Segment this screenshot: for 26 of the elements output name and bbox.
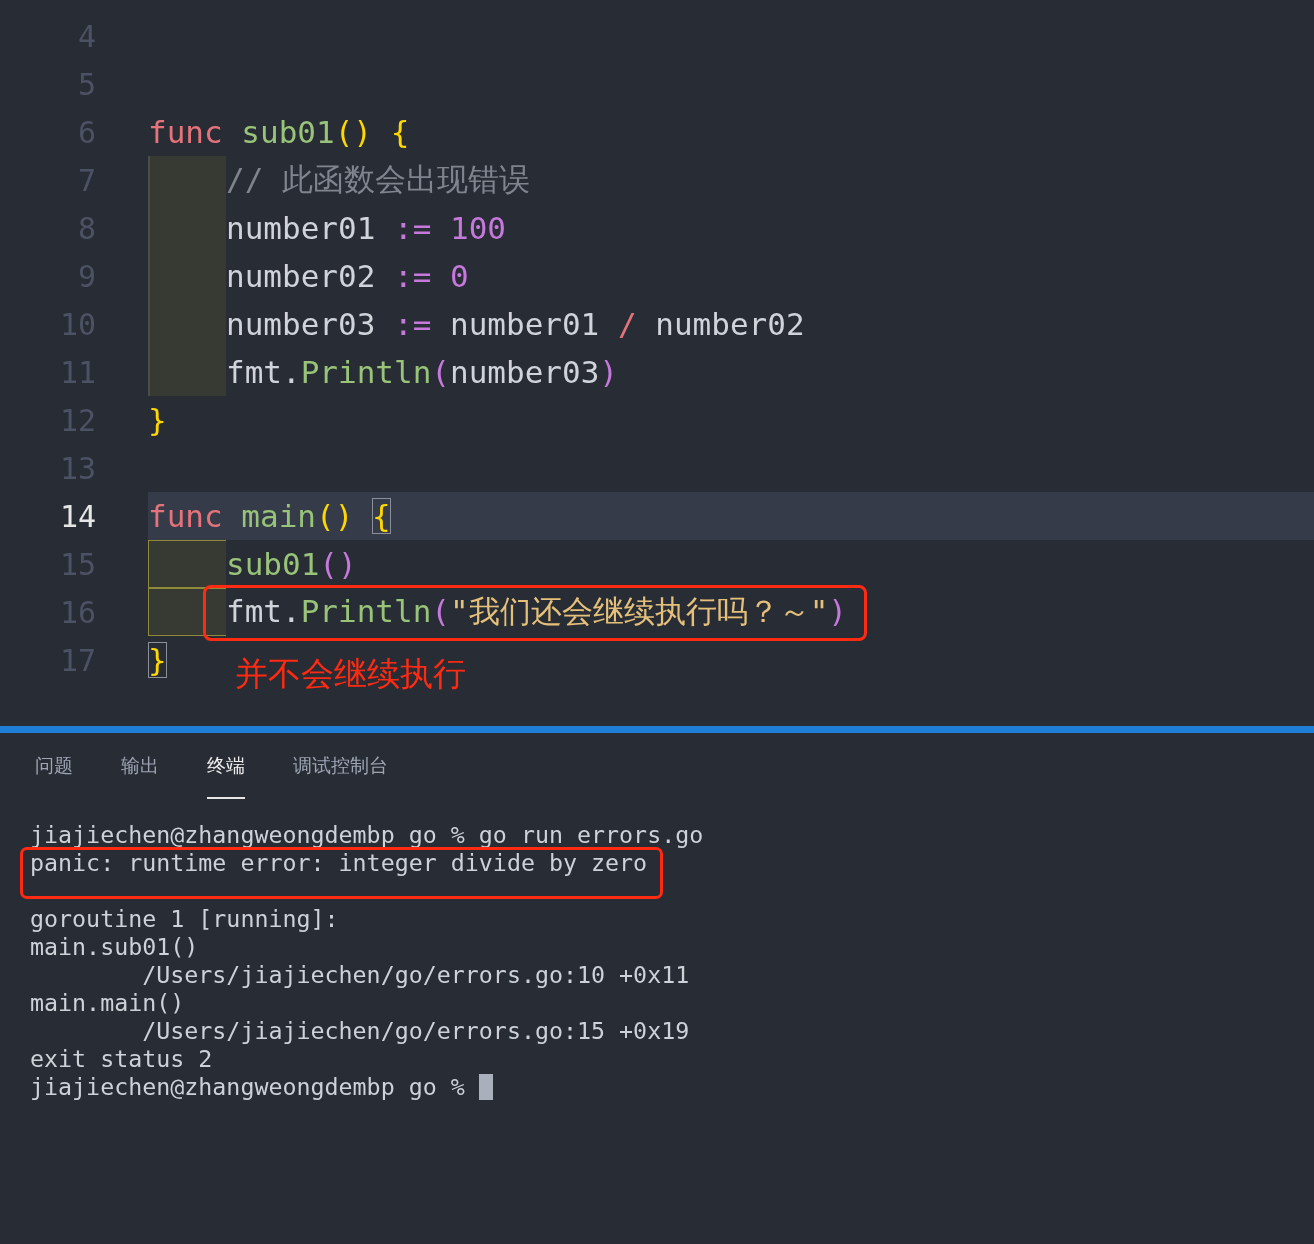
terminal-line: main.main() <box>30 989 185 1017</box>
code-line: fmt.Println(number03) <box>226 354 618 390</box>
terminal-line: /Users/jiajiechen/go/errors.go:10 +0x11 <box>141 961 690 989</box>
panel-tab[interactable]: 调试控制台 <box>293 733 388 799</box>
code-line: number03 := number01 / number02 <box>226 306 805 342</box>
code-line: // 此函数会出现错误 <box>226 160 530 199</box>
panel-tab[interactable]: 终端 <box>207 733 245 799</box>
annotation-text: 并不会继续执行 <box>234 652 466 695</box>
code-line: func main() { <box>148 498 391 534</box>
terminal-line: /Users/jiajiechen/go/errors.go:15 +0x19 <box>141 1017 690 1045</box>
terminal-line: panic: runtime error: integer divide by zero <box>30 849 648 876</box>
code-line: sub01() <box>226 546 357 582</box>
code-line: number02 := 0 <box>226 258 469 294</box>
terminal-line: jiajiechen@zhangweongdembp go % <box>30 1073 466 1101</box>
panel-tab[interactable]: 输出 <box>121 733 159 799</box>
terminal-line: main.sub01() <box>30 933 199 961</box>
code-line: } <box>148 642 167 678</box>
terminal-line: jiajiechen@zhangweongdembp go % go run errors.go <box>30 821 704 849</box>
code-line: number01 := 100 <box>226 210 506 246</box>
code-line: func sub01() { <box>148 114 410 150</box>
terminal-line: goroutine 1 [running]: <box>30 905 339 933</box>
line-number: 14 <box>58 498 97 534</box>
code-line: } <box>148 402 167 438</box>
terminal-line: exit status 2 <box>30 1045 213 1073</box>
code-line: fmt.Println("我们还会继续执行吗？～") <box>226 592 847 631</box>
panel-tab[interactable]: 问题 <box>35 733 73 799</box>
